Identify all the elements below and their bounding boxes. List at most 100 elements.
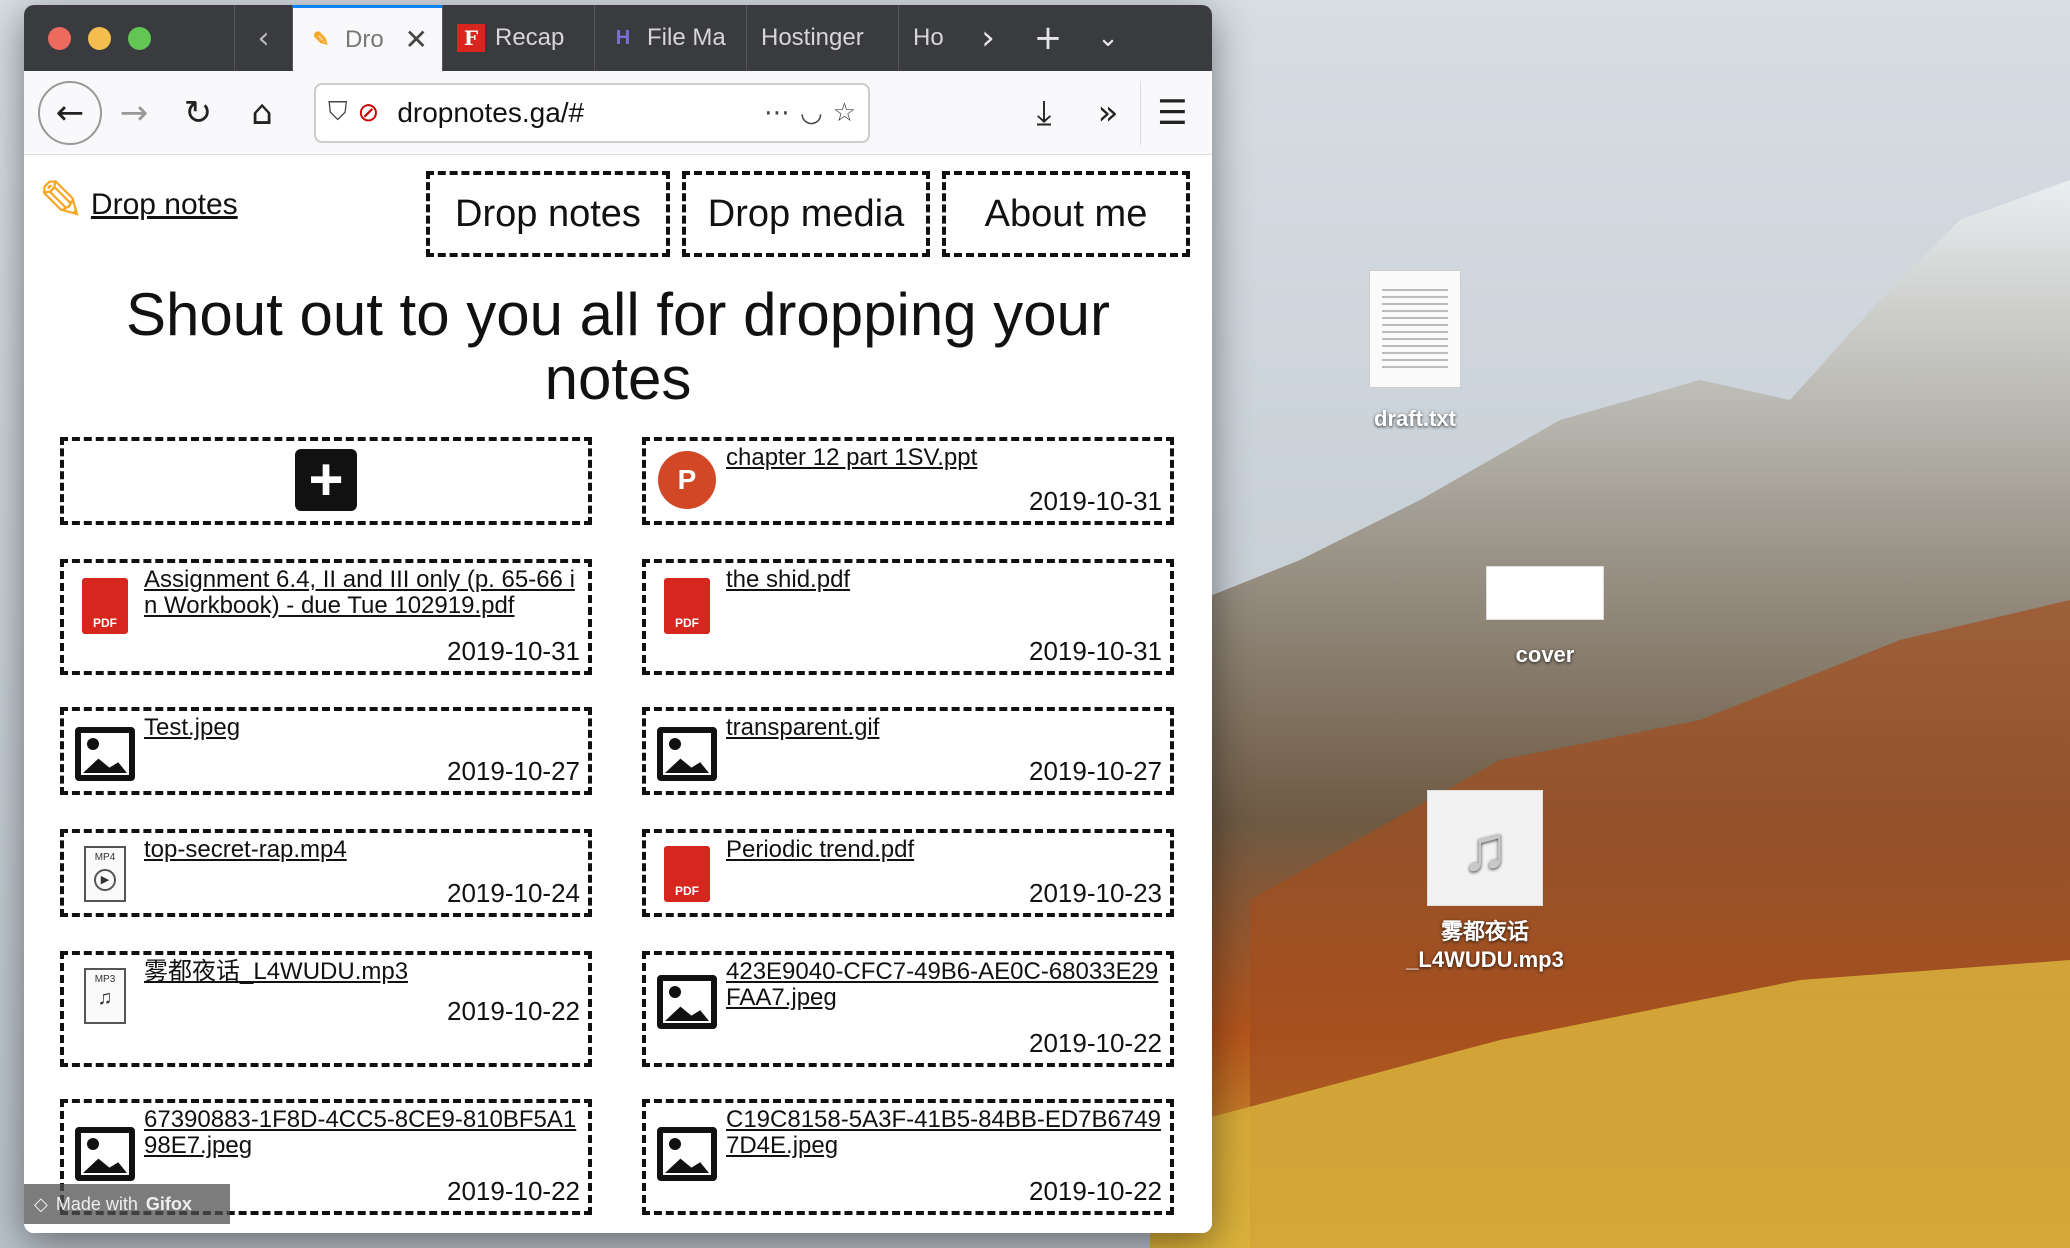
file-name-link[interactable]: C19C8158-5A3F-41B5-84BB-ED7B67497D4E.jpe… [726,1107,1162,1159]
hostinger-icon: H [615,26,631,49]
powerpoint-icon: P [656,449,718,511]
add-file-card[interactable]: + [60,437,592,525]
tab-ho[interactable]: Ho [898,5,958,71]
pocket-icon[interactable]: ◡ [800,98,823,128]
home-button[interactable]: ⌂ [230,81,294,145]
file-name-link[interactable]: Assignment 6.4, II and III only (p. 65-6… [144,567,580,619]
app-menu-button[interactable]: ☰ [1140,80,1204,145]
file-name-link[interactable]: the shid.pdf [726,567,1162,593]
file-date: 2019-10-22 [1029,1176,1162,1206]
video-file-icon: MP4 ▶ [74,843,136,905]
file-date: 2019-10-22 [1029,1028,1162,1058]
close-window-button[interactable] [48,26,71,50]
file-date: 2019-10-31 [1029,486,1162,516]
file-name-link[interactable]: top-secret-rap.mp4 [144,837,580,863]
arrow-right-icon: → [119,92,149,133]
pencil-icon: ✎ [38,169,85,234]
desktop-item-label: 雾都夜话 _L4WUDU.mp3 [1406,919,1564,972]
file-card[interactable]: transparent.gif 2019-10-27 [642,707,1174,795]
zoom-window-button[interactable] [128,26,151,50]
file-card[interactable]: MP3 ♫ 雾都夜话_L4WUDU.mp3 2019-10-22 [60,951,592,1067]
desktop-item-draft[interactable]: draft.txt [1350,270,1480,432]
file-card[interactable]: C19C8158-5A3F-41B5-84BB-ED7B67497D4E.jpe… [642,1099,1174,1215]
file-date: 2019-10-24 [447,878,580,908]
tab-recap[interactable]: F Recap [442,5,594,71]
file-name-link[interactable]: transparent.gif [726,715,1162,741]
file-card[interactable]: PDF Periodic trend.pdf 2019-10-23 [642,829,1174,917]
file-date: 2019-10-27 [1029,756,1162,786]
file-date: 2019-10-23 [1029,878,1162,908]
file-card[interactable]: 423E9040-CFC7-49B6-AE0C-68033E29FAA7.jpe… [642,951,1174,1067]
desktop-item-mp3[interactable]: ♫ 雾都夜话 _L4WUDU.mp3 [1400,790,1570,974]
page-title-line2: notes [544,345,692,412]
desktop-item-label: draft.txt [1374,406,1456,431]
download-icon: ⤓ [1036,92,1052,133]
image-icon [74,1123,136,1185]
downloads-button[interactable]: ⤓ [1012,81,1076,145]
audio-file-icon: MP3 ♫ [74,965,136,1027]
pdf-icon: PDF [656,843,718,905]
file-date: 2019-10-22 [447,996,580,1026]
insecure-lock-icon[interactable]: ⊘ [358,98,380,128]
minimize-window-button[interactable] [88,26,111,50]
toolbar-right: ⤓ » ☰ [1012,80,1204,145]
tab-hostinger[interactable]: Hostinger [746,5,898,71]
scroll-tabs-left-button[interactable]: ‹ [234,5,292,71]
watermark-prefix: Made with [55,1193,138,1214]
list-all-tabs-button[interactable]: ⌄ [1078,5,1138,71]
hamburger-icon: ☰ [1157,92,1188,133]
close-tab-button[interactable]: ✕ [405,23,428,56]
file-name-link[interactable]: chapter 12 part 1SV.ppt [726,445,1162,471]
nav-drop-media[interactable]: Drop media [682,171,930,257]
forward-button[interactable]: → [102,81,166,145]
site-nav: Drop notes Drop media About me [426,171,1190,257]
page-title: Shout out to you all for dropping your n… [24,283,1212,411]
url-text[interactable]: dropnotes.ga/# [389,97,754,129]
file-date: 2019-10-31 [1029,636,1162,666]
file-date: 2019-10-31 [447,636,580,666]
nav-drop-notes[interactable]: Drop notes [426,171,670,257]
tab-bar: ‹ ✎ Dro ✕ F Recap H File Ma Hostinger Ho… [24,5,1212,71]
image-icon [656,1123,718,1185]
tab-title: Hostinger [761,24,864,51]
reload-button[interactable]: ↻ [166,81,230,145]
file-name-link[interactable]: Test.jpeg [144,715,580,741]
pdf-icon: PDF [656,575,718,637]
scroll-tabs-right-button[interactable]: › [958,5,1018,71]
file-card[interactable]: P chapter 12 part 1SV.ppt 2019-10-31 [642,437,1174,525]
tab-dropnotes[interactable]: ✎ Dro ✕ [292,5,442,71]
bookmark-star-icon[interactable]: ☆ [833,98,856,128]
image-icon [656,971,718,1033]
tab-file-manager[interactable]: H File Ma [594,5,746,71]
url-bar[interactable]: ⛉ ⊘ dropnotes.ga/# ⋯ ◡ ☆ [314,82,870,143]
tab-title: Recap [495,24,565,51]
back-button[interactable]: ← [38,80,102,145]
fox-logo-icon: ◇ [34,1193,48,1214]
tab-title: Dro [345,25,384,53]
add-icon[interactable]: + [295,449,357,511]
file-date: 2019-10-22 [447,1176,580,1206]
gifox-watermark: ◇ Made with Gifox [24,1184,230,1224]
overflow-menu-button[interactable]: » [1076,81,1140,145]
file-card[interactable]: MP4 ▶ top-secret-rap.mp4 2019-10-24 [60,829,592,917]
plus-icon: + [1033,18,1063,58]
site-logo-link[interactable]: ✎ Drop notes [38,169,238,234]
file-card[interactable]: Test.jpeg 2019-10-27 [60,707,592,795]
more-actions-icon[interactable]: ⋯ [764,98,790,128]
file-name-link[interactable]: 67390883-1F8D-4CC5-8CE9-810BF5A198E7.jpe… [144,1107,580,1159]
file-name-link[interactable]: Periodic trend.pdf [726,837,1162,863]
nav-about-me[interactable]: About me [942,171,1190,257]
file-card[interactable]: PDF the shid.pdf 2019-10-31 [642,559,1174,675]
file-card[interactable]: PDF Assignment 6.4, II and III only (p. … [60,559,592,675]
window-controls [24,5,234,71]
file-name-link[interactable]: 423E9040-CFC7-49B6-AE0C-68033E29FAA7.jpe… [726,959,1162,1011]
new-tab-button[interactable]: + [1018,5,1078,71]
file-name-link[interactable]: 雾都夜话_L4WUDU.mp3 [144,959,580,985]
shield-icon[interactable]: ⛉ [328,97,348,128]
desktop-item-label: cover [1515,642,1575,667]
pdf-icon: PDF [74,575,136,637]
tab-title: File Ma [647,24,726,51]
text-file-icon [1369,270,1461,388]
desktop-item-cover[interactable]: cover [1480,566,1610,668]
arrow-left-icon: ← [55,92,85,133]
